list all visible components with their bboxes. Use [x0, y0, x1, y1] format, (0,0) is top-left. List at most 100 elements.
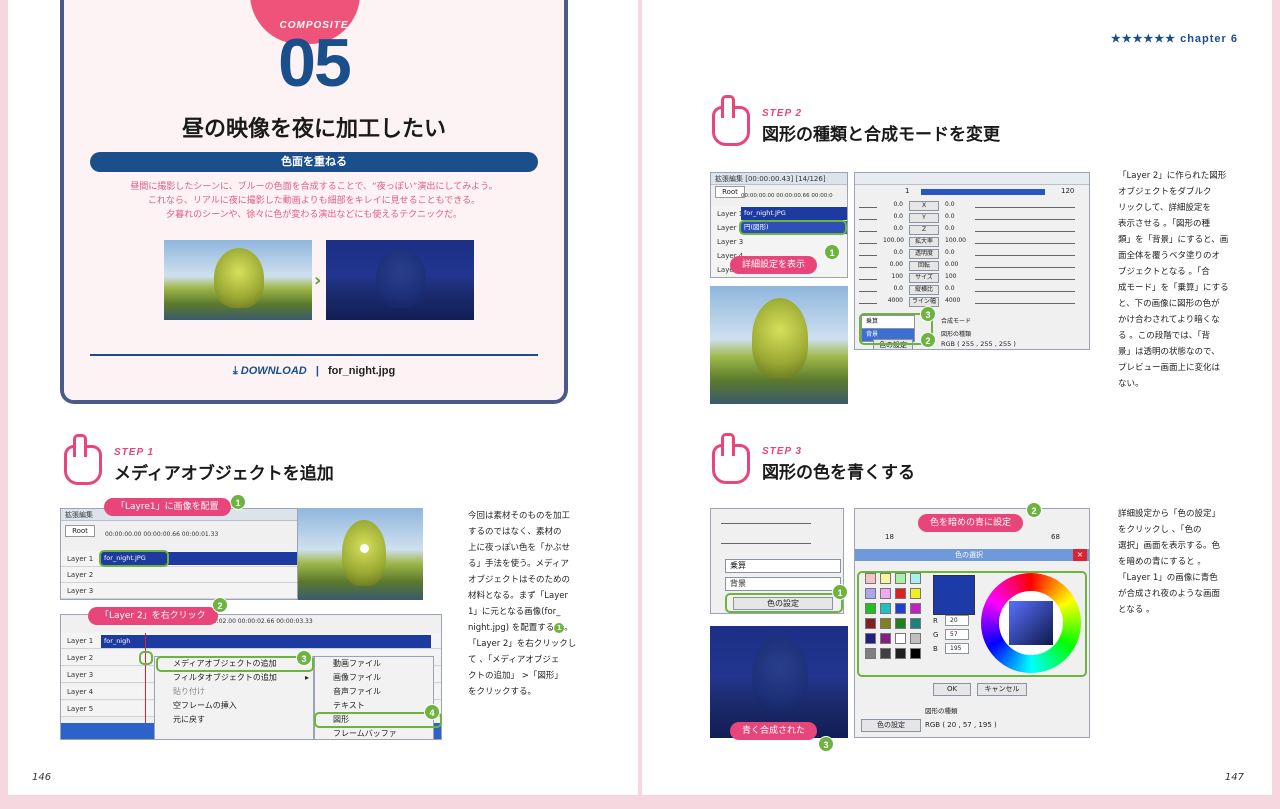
highlight	[139, 651, 153, 665]
step2-text: 「Layer 2」に作られた図形 オブジェクトをダブルク リックして、詳細設定を…	[1118, 171, 1229, 389]
param-value: 0.0	[893, 213, 903, 220]
param-value: 4000	[887, 297, 903, 304]
chapter-label: ★★★★★★ chapter 6	[1110, 33, 1238, 45]
menu-item-text[interactable]: テキスト	[315, 699, 433, 713]
section-number: 05	[278, 25, 352, 101]
day-photo	[164, 240, 312, 320]
param-value-end: 0.0	[945, 249, 955, 256]
download-row[interactable]: ⤓ DOWNLOAD | for_night.jpg	[64, 365, 564, 378]
param-value-end: 0.0	[945, 213, 955, 220]
close-icon[interactable]: ×	[1073, 549, 1087, 561]
param-label[interactable]: Z	[909, 225, 939, 235]
step2-header: STEP 2 図形の種類と合成モードを変更	[712, 95, 1112, 150]
preview-photo-2	[710, 286, 848, 404]
step-badge: 1	[230, 494, 246, 510]
menu-item-undo[interactable]: 元に戻す	[155, 713, 313, 727]
menu-item-framebuffer[interactable]: フレームバッファ	[315, 727, 433, 741]
ok-button[interactable]: OK	[933, 683, 971, 696]
param-value-end: 0.0	[945, 225, 955, 232]
blend-panel: 乗算 背景 色の設定	[710, 508, 844, 614]
param-value-end: 0.00	[945, 261, 959, 268]
intro-text: 昼間に撮影したシーンに、ブルーの色面を合成することで、“夜っぽい”演出にしてみよ…	[130, 182, 498, 220]
hand-icon	[712, 95, 750, 146]
param-value: 100	[891, 273, 903, 280]
param-value: 100.00	[883, 237, 904, 244]
menu-item-audio[interactable]: 音声ファイル	[315, 685, 433, 699]
param-label[interactable]: Y	[909, 213, 939, 223]
step1-header: STEP 1 メディアオブジェクトを追加	[64, 434, 464, 489]
dialog-title: 色の選択	[955, 551, 983, 559]
arrow-icon: ›	[314, 270, 322, 291]
step-badge: 2	[1026, 502, 1042, 518]
step3-header: STEP 3 図形の色を青くする	[712, 433, 1112, 488]
step-badge: 1	[832, 584, 848, 600]
param-value-end: 100	[945, 273, 957, 280]
step2-title: 図形の種類と合成モードを変更	[762, 125, 1000, 145]
color-settings-button-3[interactable]: 色の設定	[861, 719, 921, 732]
step-badge: 2	[212, 597, 228, 613]
download-icon: ⤓	[232, 365, 238, 377]
param-value-end: 0.0	[945, 201, 955, 208]
highlight	[314, 712, 442, 728]
settings-panel: 1 120 0.0 X 0.0 0.0 Y 0.0 0.0 Z 0.0 100.00 拡大率 100.…	[854, 172, 1090, 350]
param-value-end: 4000	[945, 297, 961, 304]
menu-item-add-filter[interactable]: フィルタオブジェクトの追加 ▸	[155, 671, 313, 685]
step1-title: メディアオブジェクトを追加	[114, 464, 334, 484]
hero-box: COMPOSITE 05 昼の映像を夜に加工したい 色面を重ねる 昼間に撮影した…	[60, 0, 568, 404]
param-value: 0.00	[889, 261, 903, 268]
highlight	[156, 656, 314, 672]
menu-item-video[interactable]: 動画ファイル	[315, 657, 433, 671]
param-label[interactable]: X	[909, 201, 939, 211]
param-value: 0.0	[893, 225, 903, 232]
highlight	[99, 550, 169, 567]
shape-dropdown[interactable]: 背景	[725, 577, 841, 591]
step3-title: 図形の色を青くする	[762, 463, 915, 483]
highlight	[857, 571, 1087, 677]
step-badge: 3	[920, 306, 936, 322]
callout-result: 青く合成された	[730, 722, 818, 740]
step-badge: 4	[424, 704, 440, 720]
blend-dropdown[interactable]: 乗算	[725, 559, 841, 573]
timeline-window-1: 拡張編集 Root 00:00:00.00 00:00:00.66 00:00:…	[60, 508, 298, 600]
right-page: ★★★★★★ chapter 6 STEP 2 図形の種類と合成モードを変更 「…	[642, 0, 1272, 795]
cancel-button[interactable]: キャンセル	[977, 683, 1027, 696]
param-value: 0.0	[893, 249, 903, 256]
param-value: 0.0	[893, 201, 903, 208]
hand-icon	[64, 434, 102, 485]
color-dialog-area: 18 68 色の選択 × R G B 20 57 195 OK キャンセル 図形…	[854, 508, 1090, 738]
page-number-left: 146	[32, 772, 52, 783]
highlight	[725, 593, 843, 613]
preview-photo	[298, 508, 423, 600]
star-icon: ★★★★★★	[1110, 33, 1177, 45]
menu-item-paste[interactable]: 貼り付け	[155, 685, 313, 699]
night-photo	[326, 240, 474, 320]
divider	[90, 354, 538, 356]
callout-2: 「Layer 2」を右クリック	[88, 607, 218, 625]
left-page: COMPOSITE 05 昼の映像を夜に加工したい 色面を重ねる 昼間に撮影した…	[8, 0, 638, 795]
highlight	[739, 220, 847, 235]
download-filename: for_night.jpg	[327, 365, 396, 377]
param-label[interactable]: ライン幅	[909, 297, 939, 307]
callout-1: 「Layre1」に画像を配置	[104, 498, 231, 516]
param-label[interactable]: 回転	[909, 261, 939, 271]
subtitle-bar: 色面を重ねる	[90, 152, 538, 172]
step1-text: 今回は素材そのものを加工 するのではなく、素材の 上に夜っぽい色を「かぶせ る」…	[468, 511, 577, 697]
hand-icon	[712, 433, 750, 484]
step-badge: 3	[818, 736, 834, 752]
step-badge: 2	[920, 332, 936, 348]
callout-dark-blue: 色を暗めの青に設定	[918, 514, 1024, 532]
step-badge: 3	[296, 650, 312, 666]
step3-text: 詳細設定から「色の設定」 をクリックし 、「色の 選択」画面を表示する。色 を暗…	[1118, 509, 1221, 615]
param-value-end: 0.0	[945, 285, 955, 292]
param-label[interactable]: サイズ	[909, 273, 939, 283]
page-title: 昼の映像を夜に加工したい	[181, 117, 446, 142]
param-label[interactable]: 透明度	[909, 249, 939, 259]
step-badge: 1	[824, 244, 840, 260]
param-value: 0.0	[893, 285, 903, 292]
param-label[interactable]: 縦横比	[909, 285, 939, 295]
menu-item-image[interactable]: 画像ファイル	[315, 671, 433, 685]
page-number-right: 147	[1224, 772, 1244, 783]
callout-show-settings: 詳細設定を表示	[730, 256, 818, 274]
menu-item-insert-empty[interactable]: 空フレームの挿入	[155, 699, 313, 713]
param-label[interactable]: 拡大率	[909, 237, 939, 247]
